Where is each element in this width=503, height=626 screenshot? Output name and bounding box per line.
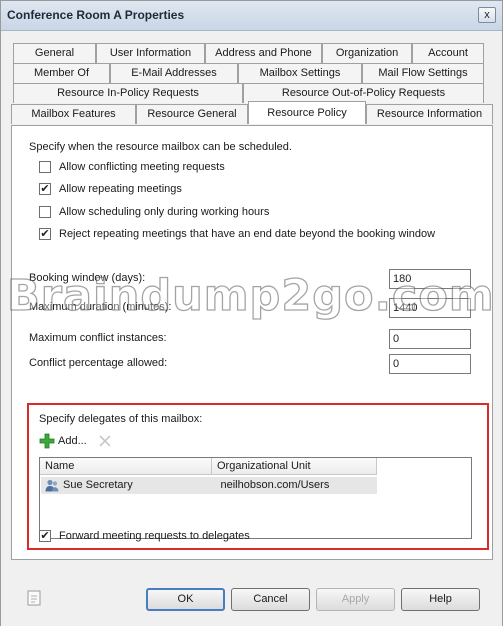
add-delegate-button[interactable]: Add... (39, 433, 87, 449)
option-forward-requests[interactable]: ✔ Forward meeting requests to delegates (39, 529, 250, 543)
checkbox[interactable] (39, 161, 51, 173)
option-label: Allow repeating meetings (59, 183, 182, 195)
tab-member-of[interactable]: Member Of (13, 63, 110, 83)
tab-resource-general[interactable]: Resource General (136, 104, 248, 124)
tab-organization[interactable]: Organization (322, 43, 412, 63)
list-header: Name Organizational Unit (40, 458, 377, 475)
apply-button[interactable]: Apply (316, 588, 395, 611)
option-allow-repeating[interactable]: ✔ Allow repeating meetings (39, 182, 182, 196)
table-row[interactable]: Sue Secretary neilhobson.com/Users (41, 477, 377, 494)
delegates-toolbar: Add... (39, 433, 111, 449)
booking-window-label: Booking window (days): (29, 272, 146, 284)
checkmark-icon: ✔ (40, 530, 50, 542)
tab-resource-out-of-policy[interactable]: Resource Out-of-Policy Requests (243, 83, 484, 103)
cancel-button[interactable]: Cancel (231, 588, 310, 611)
max-duration-input[interactable] (389, 298, 471, 318)
conflict-percentage-label: Conflict percentage allowed: (29, 357, 168, 369)
tab-email-addresses[interactable]: E-Mail Addresses (110, 63, 238, 83)
properties-dialog: Conference Room A Properties x General U… (0, 0, 503, 626)
cell-name: Sue Secretary (41, 477, 212, 494)
booking-window-input[interactable] (389, 269, 471, 289)
delegate-name: Sue Secretary (63, 479, 133, 491)
window-title: Conference Room A Properties (7, 8, 185, 22)
tab-row-2: Member Of E-Mail Addresses Mailbox Setti… (13, 63, 484, 83)
ok-button[interactable]: OK (146, 588, 225, 611)
red-x-icon[interactable] (99, 435, 111, 447)
tab-mail-flow-settings[interactable]: Mail Flow Settings (362, 63, 484, 83)
option-label: Reject repeating meetings that have an e… (59, 228, 436, 240)
checkbox[interactable]: ✔ (39, 183, 51, 195)
tab-mailbox-settings[interactable]: Mailbox Settings (238, 63, 362, 83)
delegates-list[interactable]: Name Organizational Unit Sue Secretary n… (39, 457, 472, 539)
tab-row-1: General User Information Address and Pho… (13, 43, 484, 63)
tab-resource-information[interactable]: Resource Information (366, 104, 493, 124)
option-allow-conflicting[interactable]: Allow conflicting meeting requests (39, 160, 225, 174)
close-button[interactable]: x (478, 7, 496, 23)
option-reject-beyond-window[interactable]: ✔ Reject repeating meetings that have an… (39, 227, 469, 241)
tab-address-and-phone[interactable]: Address and Phone (205, 43, 322, 63)
checkbox[interactable] (39, 206, 51, 218)
tab-row-4: Mailbox Features Resource General Resour… (11, 101, 493, 124)
tab-mailbox-features[interactable]: Mailbox Features (11, 104, 136, 124)
green-plus-icon (39, 433, 55, 449)
option-label: Allow scheduling only during working hou… (59, 206, 270, 218)
delegate-ou: neilhobson.com/Users (220, 479, 330, 491)
checkbox[interactable]: ✔ (39, 228, 51, 240)
max-duration-label: Maximum duration (minutes): (29, 301, 172, 313)
max-conflict-label: Maximum conflict instances: (29, 332, 167, 344)
user-icon (45, 479, 59, 492)
option-label: Allow conflicting meeting requests (59, 161, 225, 173)
checkbox[interactable]: ✔ (39, 530, 51, 542)
checkmark-icon: ✔ (40, 183, 50, 195)
add-label: Add... (58, 435, 87, 447)
delegates-title: Specify delegates of this mailbox: (39, 413, 203, 425)
option-label: Forward meeting requests to delegates (59, 530, 250, 542)
conflict-percentage-input[interactable] (389, 354, 471, 374)
option-working-hours-only[interactable]: Allow scheduling only during working hou… (39, 205, 269, 219)
tab-user-information[interactable]: User Information (96, 43, 205, 63)
tab-account[interactable]: Account (412, 43, 484, 63)
scheduling-intro: Specify when the resource mailbox can be… (29, 141, 292, 153)
column-organizational-unit[interactable]: Organizational Unit (212, 458, 377, 475)
tab-resource-in-policy[interactable]: Resource In-Policy Requests (13, 83, 243, 103)
tab-resource-policy[interactable]: Resource Policy (248, 101, 366, 124)
column-name[interactable]: Name (40, 458, 212, 475)
tab-row-3: Resource In-Policy Requests Resource Out… (13, 83, 484, 103)
title-bar: Conference Room A Properties x (1, 1, 502, 31)
max-conflict-input[interactable] (389, 329, 471, 349)
checkmark-icon: ✔ (40, 228, 50, 240)
tab-general[interactable]: General (13, 43, 96, 63)
help-button[interactable]: Help (401, 588, 480, 611)
properties-icon (27, 590, 41, 606)
